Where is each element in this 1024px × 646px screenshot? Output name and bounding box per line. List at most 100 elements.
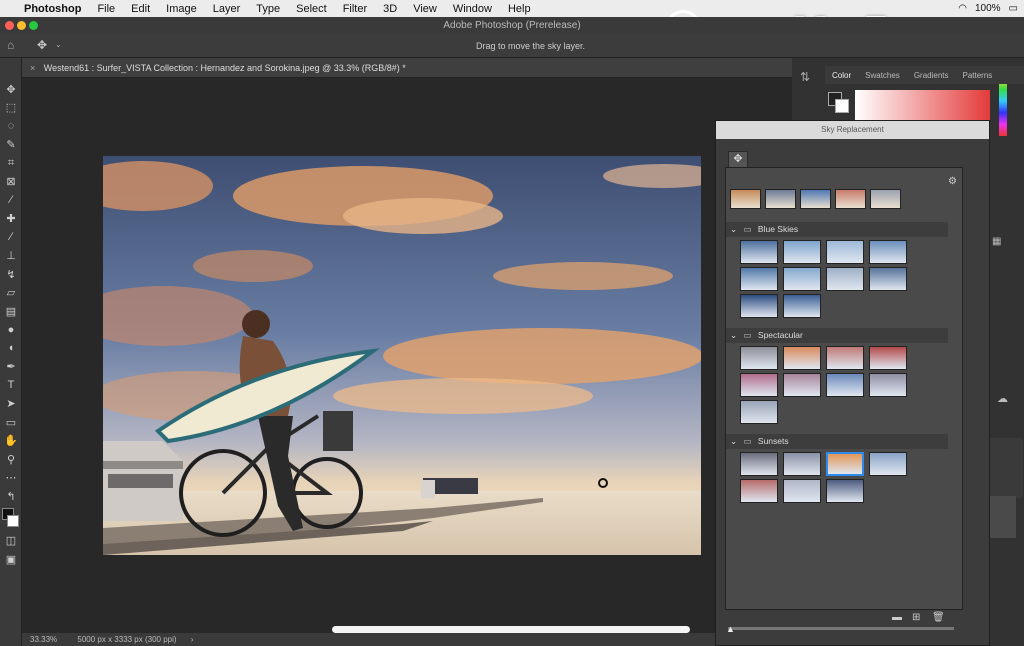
sky-preset-thumbnail[interactable] xyxy=(869,346,907,370)
stamp-tool-icon[interactable]: ⊥ xyxy=(0,247,22,266)
menu-edit[interactable]: Edit xyxy=(123,3,158,15)
grid-view-icon[interactable]: ▦ xyxy=(992,236,1001,247)
close-document-icon[interactable]: × xyxy=(22,63,41,73)
screen-mode-icon[interactable]: ▣ xyxy=(0,550,22,569)
menu-type[interactable]: Type xyxy=(248,3,288,15)
chevron-down-icon[interactable]: ⌄ xyxy=(55,40,62,49)
sky-preset-thumbnail[interactable] xyxy=(740,479,778,503)
eraser-tool-icon[interactable]: ▱ xyxy=(0,284,22,303)
panel-collapse-icon[interactable]: ⇅ xyxy=(800,70,810,84)
quick-select-tool-icon[interactable]: ✎ xyxy=(0,136,22,155)
dodge-tool-icon[interactable]: ◖ xyxy=(0,339,22,358)
sky-preset-thumbnail[interactable] xyxy=(783,294,821,318)
frame-tool-icon[interactable]: ⊠ xyxy=(0,173,22,192)
sky-preset-thumbnail[interactable] xyxy=(826,373,864,397)
zoom-window-button[interactable] xyxy=(29,21,38,30)
sky-preset-thumbnail[interactable] xyxy=(826,267,864,291)
blur-tool-icon[interactable]: ● xyxy=(0,321,22,340)
tab-color[interactable]: Color xyxy=(825,71,858,80)
document-photo[interactable] xyxy=(103,156,701,555)
quick-mask-icon[interactable]: ◫ xyxy=(0,532,22,551)
color-chips[interactable] xyxy=(828,92,850,114)
hand-tool-icon[interactable]: ✋ xyxy=(0,432,22,451)
sky-preset-thumbnail[interactable] xyxy=(826,240,864,264)
app-menu[interactable]: Photoshop xyxy=(16,3,89,15)
recent-sky-thumbnail[interactable] xyxy=(870,189,901,209)
group-blue-skies[interactable]: ⌄ ▭ Blue Skies xyxy=(726,222,948,237)
tab-gradients[interactable]: Gradients xyxy=(907,71,956,80)
sky-preset-thumbnail[interactable] xyxy=(740,400,778,424)
sky-preset-thumbnail[interactable] xyxy=(869,373,907,397)
more-tools-icon[interactable]: ⋯ xyxy=(0,469,22,488)
eyedropper-tool-icon[interactable]: ⁄ xyxy=(0,191,22,210)
sky-preset-thumbnail[interactable] xyxy=(783,452,821,476)
sky-preset-thumbnail[interactable] xyxy=(740,267,778,291)
menu-select[interactable]: Select xyxy=(288,3,335,15)
sky-preset-thumbnail-selected[interactable] xyxy=(826,452,864,476)
add-sky-icon[interactable]: ⊞ xyxy=(912,612,920,623)
group-spectacular[interactable]: ⌄ ▭ Spectacular xyxy=(726,328,948,343)
cloud-icon[interactable]: ☁ xyxy=(997,392,1008,405)
new-folder-icon[interactable]: ▬ xyxy=(892,612,902,623)
menu-help[interactable]: Help xyxy=(500,3,539,15)
sky-preset-thumbnail[interactable] xyxy=(783,373,821,397)
status-menu-arrow[interactable]: › xyxy=(179,635,194,644)
close-window-button[interactable] xyxy=(5,21,14,30)
zoom-level[interactable]: 33.33% xyxy=(22,635,57,644)
group-sunsets[interactable]: ⌄ ▭ Sunsets xyxy=(726,434,948,449)
color-field[interactable] xyxy=(855,90,990,120)
sky-preset-thumbnail[interactable] xyxy=(740,240,778,264)
crop-tool-icon[interactable]: ⌗ xyxy=(0,154,22,173)
home-icon[interactable]: ⌂ xyxy=(7,38,14,52)
document-tab[interactable]: × Westend61 : Surfer_VISTA Collection : … xyxy=(22,58,792,78)
menu-layer[interactable]: Layer xyxy=(205,3,249,15)
slider-track[interactable] xyxy=(728,627,954,630)
sky-preset-thumbnail[interactable] xyxy=(826,479,864,503)
menu-file[interactable]: File xyxy=(89,3,123,15)
healing-tool-icon[interactable]: ✚ xyxy=(0,210,22,229)
menu-3d[interactable]: 3D xyxy=(375,3,405,15)
trash-icon[interactable]: 🗑 xyxy=(932,612,945,623)
move-tool-icon[interactable]: ✥ xyxy=(0,80,22,99)
sky-preset-thumbnail[interactable] xyxy=(783,240,821,264)
recent-sky-thumbnail[interactable] xyxy=(730,189,761,209)
type-tool-icon[interactable]: T xyxy=(0,376,22,395)
menu-filter[interactable]: Filter xyxy=(335,3,375,15)
tab-patterns[interactable]: Patterns xyxy=(956,71,1000,80)
menu-image[interactable]: Image xyxy=(158,3,205,15)
sky-preset-thumbnail[interactable] xyxy=(740,346,778,370)
move-tool-icon[interactable]: ✥ xyxy=(37,38,47,52)
pen-tool-icon[interactable]: ✒ xyxy=(0,358,22,377)
tab-swatches[interactable]: Swatches xyxy=(858,71,907,80)
zoom-tool-icon[interactable]: ⚲ xyxy=(0,450,22,469)
sky-preset-thumbnail[interactable] xyxy=(826,346,864,370)
background-color-swatch[interactable] xyxy=(7,514,19,527)
sky-preset-thumbnail[interactable] xyxy=(783,267,821,291)
sky-preset-thumbnail[interactable] xyxy=(740,452,778,476)
slider-handle[interactable]: ▲ xyxy=(726,624,735,634)
sky-preset-thumbnail[interactable] xyxy=(869,240,907,264)
lasso-tool-icon[interactable]: ◌ xyxy=(0,117,22,136)
sky-preset-thumbnail[interactable] xyxy=(869,452,907,476)
sky-preset-thumbnail[interactable] xyxy=(783,479,821,503)
sky-preset-thumbnail[interactable] xyxy=(740,373,778,397)
sky-preset-thumbnail[interactable] xyxy=(783,346,821,370)
folder-icon: ▭ xyxy=(743,330,752,340)
recent-sky-thumbnail[interactable] xyxy=(765,189,796,209)
gradient-tool-icon[interactable]: ▤ xyxy=(0,302,22,321)
sky-preset-thumbnail[interactable] xyxy=(869,267,907,291)
color-swatches[interactable] xyxy=(0,506,21,532)
path-select-tool-icon[interactable]: ➤ xyxy=(0,395,22,414)
marquee-tool-icon[interactable]: ⬚ xyxy=(0,99,22,118)
menu-window[interactable]: Window xyxy=(445,3,500,15)
brush-tool-icon[interactable]: ∕ xyxy=(0,228,22,247)
history-brush-tool-icon[interactable]: ↯ xyxy=(0,265,22,284)
gear-icon[interactable]: ⚙ xyxy=(948,176,957,187)
shape-tool-icon[interactable]: ▭ xyxy=(0,413,22,432)
menu-view[interactable]: View xyxy=(405,3,445,15)
sky-preset-thumbnail[interactable] xyxy=(740,294,778,318)
recent-sky-thumbnail[interactable] xyxy=(800,189,831,209)
swap-colors-icon[interactable]: ↰ xyxy=(0,487,22,506)
recent-sky-thumbnail[interactable] xyxy=(835,189,866,209)
minimize-window-button[interactable] xyxy=(17,21,26,30)
